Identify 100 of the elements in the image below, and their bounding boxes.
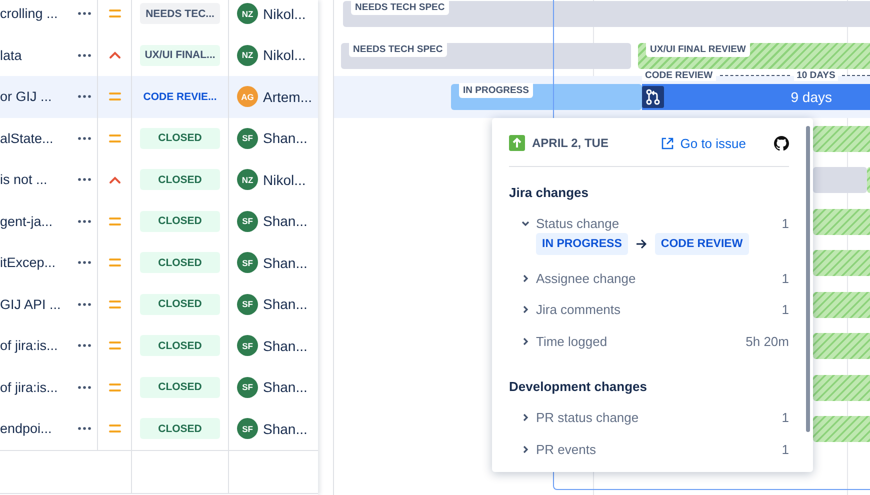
assignee-name: Shan...: [263, 379, 308, 396]
date-label: APRIL 2, TUE: [532, 136, 608, 150]
change-count: 5h 20m: [746, 334, 789, 349]
issue-title: or GIJ ...: [0, 89, 52, 104]
chevron-right-icon[interactable]: [521, 413, 530, 422]
change-count: 1: [782, 410, 789, 426]
assignee-name: Shan...: [263, 254, 308, 271]
chevron-down-icon[interactable]: [521, 219, 530, 228]
table-row[interactable]: of jira:is... CLOSED SF Shan...: [0, 366, 318, 408]
arrow-right-icon: [636, 238, 647, 248]
go-to-issue-link[interactable]: Go to issue: [661, 136, 746, 150]
issue-title: gent-ja...: [0, 214, 53, 229]
table-row[interactable]: of jira:is... CLOSED SF Shan...: [0, 325, 318, 366]
more-icon[interactable]: [78, 261, 91, 264]
chevron-right-icon[interactable]: [521, 274, 530, 283]
more-icon[interactable]: [78, 220, 91, 223]
assignee-name: Shan...: [263, 296, 308, 312]
avatar: SF: [237, 252, 258, 274]
more-icon[interactable]: [78, 54, 91, 57]
change-count: 1: [782, 216, 789, 232]
more-icon[interactable]: [78, 178, 91, 182]
issue-title: crolling ...: [0, 6, 58, 22]
change-count: 1: [782, 302, 789, 318]
assignee-name: Nikol...: [263, 6, 306, 22]
more-icon[interactable]: [78, 136, 91, 140]
change-label: PR events: [536, 442, 596, 457]
pull-request-icon[interactable]: [642, 86, 664, 108]
issue-title: of jira:is...: [0, 380, 58, 395]
table-row[interactable]: gent-ja... CLOSED SF Shan...: [0, 200, 318, 242]
status-badge: CLOSED: [140, 128, 220, 149]
status-badge: CLOSED: [140, 418, 220, 440]
status-badge: CLOSED: [140, 210, 220, 232]
table-row[interactable]: is not ... CLOSED NZ Nikol...: [0, 159, 318, 200]
avatar: SF: [237, 128, 258, 149]
duration-label: 9 days: [790, 89, 833, 105]
more-icon[interactable]: [78, 302, 91, 306]
more-icon[interactable]: [78, 344, 91, 348]
table-row[interactable]: alState... CLOSED SF Shan...: [0, 118, 318, 159]
assignee-name: Shan...: [263, 213, 308, 230]
status-badge: CLOSED: [140, 294, 220, 315]
issue-title: endpoi...: [0, 421, 52, 436]
section-heading: Development changes: [509, 379, 648, 394]
change-label: Jira comments: [536, 302, 621, 318]
avatar: SF: [237, 335, 258, 356]
timeline-bar[interactable]: NEEDS TECH SPEC: [343, 1, 870, 27]
table-row[interactable]: GIJ API ... CLOSED SF Shan...: [0, 284, 318, 325]
status-badge: CLOSED: [140, 335, 220, 356]
status-badge: CLOSED: [140, 252, 220, 274]
timeline-bar[interactable]: UX/UI FINAL REVIEW: [638, 42, 870, 68]
timeline-bar[interactable]: 9 days: [642, 84, 870, 110]
arrow-up-icon: [509, 135, 525, 151]
assignee-name: Nikol...: [263, 47, 306, 64]
more-icon[interactable]: [78, 95, 91, 98]
table-row[interactable]: or GIJ ... CODE REVIE... AG Artem...: [0, 76, 318, 118]
avatar: SF: [237, 210, 258, 232]
section-heading: Jira changes: [509, 185, 590, 200]
issue-title: GIJ API ...: [0, 296, 61, 312]
issue-title: itExcep...: [0, 255, 56, 270]
phase-label: CODE REVIEW: [642, 70, 716, 81]
more-icon[interactable]: [78, 12, 91, 16]
assignee-name: Nikol...: [263, 172, 306, 188]
github-icon[interactable]: [774, 136, 789, 150]
bar-label: NEEDS TECH SPEC: [349, 42, 447, 56]
table-row[interactable]: crolling ... NEEDS TEC... NZ Nikol...: [0, 0, 318, 34]
scrollbar[interactable]: [806, 126, 810, 432]
bar-label: UX/UI FINAL REVIEW: [646, 42, 750, 56]
status-badge: UX/UI FINAL...: [140, 44, 220, 66]
more-icon[interactable]: [78, 427, 91, 430]
status-badge: CLOSED: [140, 169, 220, 190]
table-row[interactable]: endpoi... CLOSED SF Shan...: [0, 408, 318, 450]
issue-title: alState...: [0, 130, 54, 146]
avatar: SF: [237, 294, 258, 315]
chevron-right-icon[interactable]: [521, 336, 530, 346]
chevron-right-icon[interactable]: [521, 444, 530, 454]
assignee-name: Shan...: [263, 420, 308, 437]
issue-title: lata: [0, 48, 22, 63]
avatar: NZ: [237, 3, 258, 24]
bar-label: IN PROGRESS: [459, 83, 533, 98]
assignee-name: Shan...: [263, 338, 308, 354]
avatar: NZ: [237, 44, 258, 66]
bar-label: NEEDS TECH SPEC: [351, 0, 449, 15]
assignee-name: Shan...: [263, 130, 308, 146]
change-label: Status change: [536, 216, 620, 232]
issue-title: is not ...: [0, 172, 48, 188]
status-badge: CLOSED: [140, 376, 220, 398]
avatar: SF: [237, 418, 258, 440]
timeline-bar[interactable]: IN PROGRESS: [451, 84, 642, 110]
table-row[interactable]: itExcep... CLOSED SF Shan...: [0, 242, 318, 284]
timeline-bar[interactable]: NEEDS TECH SPEC: [341, 42, 631, 68]
avatar: AG: [237, 86, 258, 108]
external-link-icon: [661, 136, 674, 150]
change-count: 1: [782, 442, 789, 457]
status-badge: NEEDS TEC...: [140, 3, 220, 24]
chevron-right-icon[interactable]: [521, 305, 530, 314]
avatar: SF: [237, 376, 258, 398]
status-to-badge: CODE REVIEW: [654, 232, 749, 254]
change-label: PR status change: [536, 410, 639, 426]
status-from-badge: IN PROGRESS: [536, 232, 628, 254]
issue-title: of jira:is...: [0, 338, 58, 354]
more-icon[interactable]: [78, 386, 91, 389]
